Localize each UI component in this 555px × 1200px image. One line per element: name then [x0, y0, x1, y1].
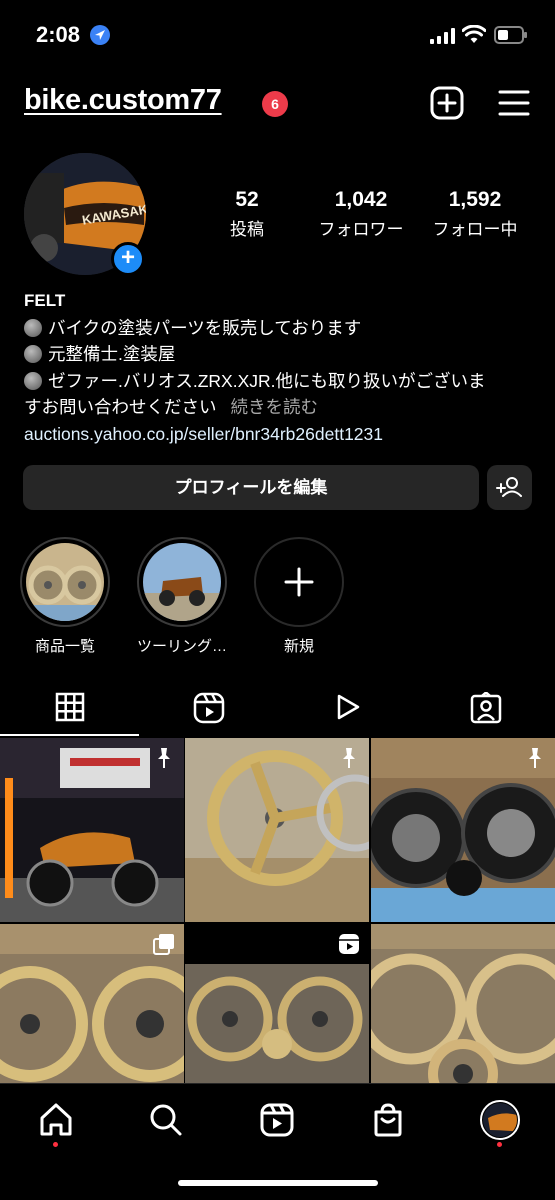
highlight-products-cover	[20, 537, 110, 627]
pinned-icon	[158, 748, 170, 768]
bio-text-3: ゼファー.バリオス.ZRX.XJR.他にも取り扱いがございま	[48, 370, 486, 391]
grid-icon	[55, 692, 84, 722]
wifi-icon	[462, 25, 486, 43]
home-indicator	[178, 1180, 378, 1186]
add-story-icon[interactable]: +	[111, 242, 145, 276]
stat-followers[interactable]: 1,042 フォロワー	[301, 188, 421, 240]
reel-icon	[339, 934, 359, 954]
bio-line: すお問い合わせください 続きを読む	[24, 394, 534, 421]
post-thumbnail[interactable]	[185, 924, 369, 1108]
stat-following-label: フォロー中	[432, 220, 518, 239]
pinned-icon	[529, 748, 541, 768]
wheel-emoji-icon	[24, 345, 42, 363]
play-icon	[337, 694, 359, 720]
reels-icon	[260, 1103, 294, 1137]
edit-profile-button[interactable]: プロフィールを編集	[23, 465, 479, 510]
search-icon	[150, 1104, 182, 1136]
profile-avatar-icon	[480, 1100, 520, 1140]
reels-icon	[193, 692, 224, 724]
nav-home[interactable]	[36, 1100, 76, 1140]
home-icon	[40, 1103, 72, 1136]
create-post-button[interactable]	[430, 86, 464, 120]
bio-line: ゼファー.バリオス.ZRX.XJR.他にも取り扱いがございま	[24, 368, 534, 395]
stat-followers-label: フォロワー	[318, 220, 404, 239]
post-thumbnail[interactable]	[371, 924, 555, 1108]
profile-notification-dot	[497, 1142, 502, 1147]
bio-text-4: すお問い合わせください	[24, 397, 217, 417]
discover-people-button[interactable]	[487, 465, 532, 510]
highlight-touring-cover	[137, 537, 227, 627]
status-bar: 2:08	[0, 0, 555, 70]
tab-reels[interactable]	[139, 676, 278, 736]
cellular-signal-icon	[430, 28, 455, 44]
wheel-emoji-icon	[24, 318, 42, 337]
active-tab-indicator	[0, 734, 139, 736]
stat-posts-count: 52	[235, 188, 259, 211]
location-arrow-icon	[90, 25, 110, 45]
menu-button[interactable]	[498, 88, 530, 118]
post-thumbnail[interactable]	[0, 738, 184, 922]
username-switcher[interactable]: bike.custom77	[24, 84, 222, 117]
post-thumbnail[interactable]	[371, 738, 555, 922]
highlight-touring[interactable]: ツーリング…	[136, 537, 228, 656]
stat-followers-count: 1,042	[334, 188, 388, 211]
battery-icon	[494, 26, 527, 44]
bio-text-1: バイクの塗装パーツを販売しております	[48, 317, 362, 338]
nav-reels[interactable]	[257, 1100, 297, 1140]
notification-badge: 6	[262, 91, 288, 117]
highlight-new-cover	[254, 537, 344, 627]
display-name: FELT	[24, 291, 66, 310]
pinned-icon	[343, 748, 355, 768]
profile-header: bike.custom77 6	[0, 80, 555, 130]
add-person-icon	[496, 477, 522, 497]
highlight-new-label: 新規	[283, 638, 314, 655]
stat-following[interactable]: 1,592 フォロー中	[415, 188, 535, 240]
nav-shop[interactable]	[368, 1100, 408, 1140]
profile-bio: FELT バイクの塗装パーツを販売しております 元整備士.塗装屋 ゼファー.バリ…	[24, 288, 534, 447]
nav-profile[interactable]	[480, 1100, 520, 1140]
bio-line: 元整備士.塗装屋	[24, 341, 534, 368]
bio-line: バイクの塗装パーツを販売しております	[24, 315, 534, 342]
stat-posts[interactable]: 52 投稿	[187, 188, 307, 240]
profile-tabs	[0, 676, 555, 736]
tab-videos[interactable]	[277, 676, 416, 736]
tab-tagged[interactable]	[416, 676, 555, 736]
stat-following-count: 1,592	[448, 188, 502, 211]
status-time: 2:08	[36, 22, 81, 47]
highlight-products-label: 商品一覧	[34, 638, 95, 655]
highlight-new[interactable]: 新規	[253, 537, 345, 656]
tab-grid[interactable]	[0, 676, 139, 736]
shopping-bag-icon	[374, 1103, 402, 1137]
bio-text-2: 元整備士.塗装屋	[48, 344, 176, 364]
plus-icon	[284, 567, 314, 597]
post-thumbnail[interactable]	[0, 924, 184, 1108]
read-more-link[interactable]: 続きを読む	[231, 397, 319, 417]
carousel-icon	[153, 934, 174, 955]
nav-search[interactable]	[146, 1100, 186, 1140]
bio-website-link[interactable]: auctions.yahoo.co.jp/seller/bnr34rb26det…	[24, 421, 534, 448]
posts-grid	[0, 738, 555, 1108]
tagged-icon	[470, 692, 501, 724]
home-notification-dot	[53, 1142, 58, 1147]
highlight-products[interactable]: 商品一覧	[19, 537, 111, 656]
highlight-touring-label: ツーリング…	[136, 638, 227, 655]
stat-posts-label: 投稿	[230, 220, 264, 239]
post-thumbnail[interactable]	[185, 738, 369, 922]
wheel-emoji-icon	[24, 371, 42, 390]
